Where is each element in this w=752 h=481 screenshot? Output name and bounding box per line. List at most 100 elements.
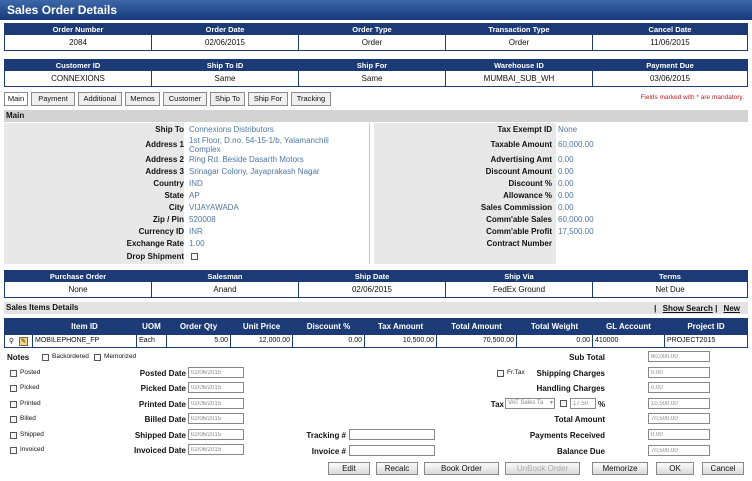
tax-type-select[interactable]: VAT Sales Ta ▾ [505, 398, 555, 409]
ship-for-cell: Ship For Same [299, 60, 446, 86]
col-total-amount: Total Amount 70,500.00 [437, 319, 517, 347]
posted-date-input[interactable] [188, 367, 244, 378]
tracking-input[interactable] [349, 429, 435, 440]
memorize-button[interactable]: Memorize [592, 462, 648, 475]
order-type-header: Order Type [299, 24, 445, 35]
new-item-link[interactable]: New [724, 304, 740, 313]
memorized-checkbox[interactable] [94, 354, 101, 361]
billed-date-input[interactable] [188, 413, 244, 424]
advertising-row: Advertising Amt 0.00 [374, 154, 744, 166]
col-gl-account: GL Account 410000 [593, 319, 665, 347]
tax-rate-input[interactable] [570, 398, 596, 409]
handling-charges-input[interactable] [648, 382, 710, 393]
ship-to-label: Ship To [155, 125, 184, 134]
posted-label: Posted [20, 369, 41, 376]
tax-amount-cell: 10,500.00 [402, 337, 434, 344]
order-type-cell: Order Type Order [299, 24, 446, 50]
payments-received-label: Payments Received [529, 431, 605, 440]
edit-icon[interactable]: ✎ [19, 337, 28, 346]
tab-ship-for[interactable]: Ship For [248, 92, 288, 106]
payment-due-value: 03/06/2015 [593, 71, 747, 86]
sub-total-label: Sub Total [569, 353, 605, 362]
uom-cell: Each [139, 337, 155, 344]
tracking-label: Tracking # [306, 431, 346, 440]
col-uom: UOM Each [137, 319, 167, 347]
tax-exempt-row: Tax Exempt ID None [374, 124, 744, 136]
printed-date-input[interactable] [188, 398, 244, 409]
picked-date-input[interactable] [188, 382, 244, 393]
ship-to-id-header: Ship To ID [152, 60, 298, 71]
freight-tax-checkbox[interactable] [497, 370, 504, 377]
warehouse-id-cell: Warehouse ID MUMBAI_SUB_WH [446, 60, 593, 86]
address3-row: Address 3 Srinagar Colony, Jayaprakash Na… [4, 166, 374, 178]
actions-header [5, 319, 32, 335]
warehouse-id-header: Warehouse ID [446, 60, 592, 71]
tab-memos[interactable]: Memos [125, 92, 160, 106]
edit-button[interactable]: Edit [328, 462, 370, 475]
tax-amount-header: Tax Amount [365, 319, 436, 335]
allowance-label: Allowance % [503, 191, 552, 200]
search-icon[interactable]: ⚲ [7, 337, 16, 346]
unbook-order-button[interactable]: UnBook Order [505, 462, 580, 475]
posted-checkbox[interactable] [10, 370, 17, 377]
shipped-date-label: Shipped Date [134, 431, 186, 440]
ok-button[interactable]: OK [656, 462, 694, 475]
tab-additional[interactable]: Additional [78, 92, 122, 106]
shipping-charges-input[interactable] [648, 367, 710, 378]
book-order-button[interactable]: Book Order [424, 462, 499, 475]
drop-shipment-checkbox[interactable] [191, 253, 198, 260]
shipped-date-input[interactable] [188, 429, 244, 440]
discount-header: Discount % [293, 319, 364, 335]
cancel-button[interactable]: Cancel [702, 462, 744, 475]
tax-rate-checkbox[interactable] [560, 400, 567, 407]
recalc-button[interactable]: Recalc [376, 462, 418, 475]
sales-commission-label: Sales Commission [480, 203, 552, 212]
zip-row: Zip / Pin 520008 [4, 214, 374, 226]
invoice-input[interactable] [349, 445, 435, 456]
tab-main[interactable]: Main [4, 92, 28, 106]
zip-value: 520008 [189, 215, 216, 224]
discount-cell: 0.00 [348, 337, 362, 344]
item-id-cell[interactable]: MOBILEPHONE_FP [33, 335, 136, 347]
shipped-checkbox[interactable] [10, 432, 17, 439]
backordered-checkbox[interactable] [42, 354, 49, 361]
billed-label: Billed [20, 415, 36, 422]
shipping-header-grid: Purchase Order None Salesman Anand Ship Da… [4, 270, 748, 298]
shipped-label: Shipped [20, 431, 44, 438]
warehouse-id-value: MUMBAI_SUB_WH [446, 71, 592, 86]
customer-header-grid: Customer ID CONNEXIONS Ship To ID Same Shi… [4, 59, 748, 87]
invoiced-date-input[interactable] [188, 444, 244, 455]
transaction-type-header: Transaction Type [446, 24, 592, 35]
col-total-weight: Total Weight 0.00 [517, 319, 593, 347]
total-amount-cell: 70,500.00 [482, 337, 514, 344]
picked-label: Picked [20, 384, 40, 391]
address1-label: Address 1 [145, 140, 184, 149]
tab-customer[interactable]: Customer [163, 92, 207, 106]
transaction-type-cell: Transaction Type Order [446, 24, 593, 50]
tax-exempt-label: Tax Exempt ID [497, 125, 552, 134]
customer-id-header: Customer ID [5, 60, 151, 71]
invoiced-checkbox[interactable] [10, 447, 17, 454]
address3-label: Address 3 [145, 167, 184, 176]
commable-sales-label: Comm'able Sales [486, 215, 552, 224]
show-search-link[interactable]: Show Search [663, 304, 713, 313]
tax-exempt-value: None [558, 125, 578, 134]
memorized-label: Memorized [104, 353, 137, 360]
tab-ship-to[interactable]: Ship To [210, 92, 245, 106]
printed-checkbox[interactable] [10, 401, 17, 408]
tab-payment[interactable]: Payment [31, 92, 75, 106]
billed-date-label: Billed Date [144, 415, 186, 424]
invoiced-date-label: Invoiced Date [133, 446, 186, 455]
purchase-order-header: Purchase Order [5, 271, 151, 282]
state-label: State [164, 191, 184, 200]
picked-date-label: Picked Date [140, 384, 186, 393]
currency-row: Currency ID INR [4, 226, 374, 238]
terms-header: Terms [593, 271, 747, 282]
city-row: City VIJAYAWADA [4, 202, 374, 214]
uom-header: UOM [137, 319, 166, 335]
picked-checkbox[interactable] [10, 385, 17, 392]
discount-amount-value: 0.00 [558, 167, 574, 176]
billed-checkbox[interactable] [10, 416, 17, 423]
tax-amount-input [648, 398, 710, 409]
tab-tracking[interactable]: Tracking [291, 92, 331, 106]
